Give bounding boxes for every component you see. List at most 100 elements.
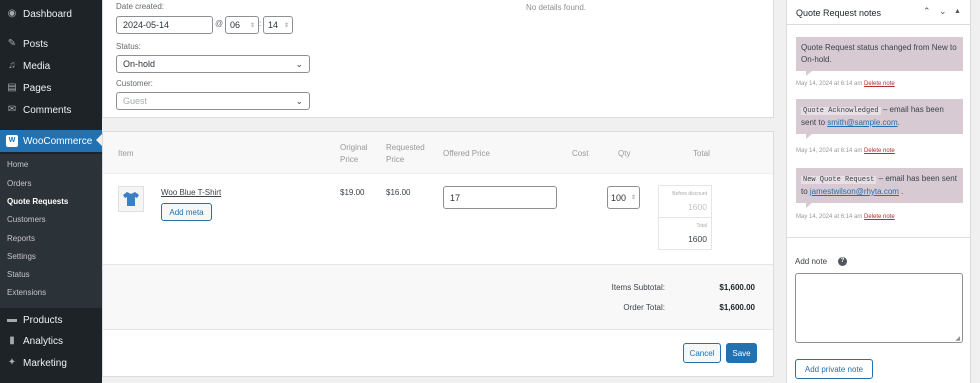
status-select[interactable]: On-hold ⌄ bbox=[116, 55, 310, 73]
line-total-label: Total bbox=[696, 223, 707, 229]
sidebar-item-media[interactable]: ♫ Media bbox=[0, 56, 102, 76]
date-created-input[interactable]: 2024-05-14 bbox=[116, 16, 213, 34]
submenu-settings[interactable]: Settings bbox=[7, 252, 36, 261]
analytics-icon: ▮ bbox=[9, 335, 15, 346]
woo-icon: W bbox=[6, 135, 18, 147]
note-item: Quote Acknowledged – email has been sent… bbox=[796, 99, 963, 139]
sidebar-item-label: Pages bbox=[23, 82, 52, 94]
date-created-label: Date created: bbox=[116, 2, 165, 11]
sidebar-item-analytics[interactable]: ▮ Analytics bbox=[0, 331, 102, 351]
customer-select[interactable]: Guest ⌄ bbox=[116, 92, 310, 110]
note-code: Quote Acknowledged bbox=[801, 107, 881, 115]
line-total-box: Before discount 1600 Total 1600 bbox=[658, 185, 712, 250]
subtotal-value: $1,600.00 bbox=[719, 283, 755, 292]
notes-header: Quote Request notes ⌃ ⌄ ▲ bbox=[787, 0, 970, 25]
note-date: May 14, 2024 at 6:14 am bbox=[796, 148, 863, 154]
hour-value: 06 bbox=[230, 20, 241, 30]
status-label: Status: bbox=[116, 42, 141, 51]
add-note-label: Add note bbox=[795, 257, 828, 266]
sidebar-item-label: WooCommerce bbox=[23, 135, 93, 147]
submenu-extensions[interactable]: Extensions bbox=[7, 288, 46, 297]
move-down-icon[interactable]: ⌄ bbox=[939, 6, 947, 17]
note-text: Quote Request status changed from New to… bbox=[801, 43, 957, 64]
notes-title: Quote Request notes bbox=[796, 8, 882, 18]
sidebar-item-label: Marketing bbox=[23, 357, 67, 369]
chevron-down-icon: ⌄ bbox=[295, 96, 303, 106]
quote-items-panel: Item Original Price Requested Price Offe… bbox=[102, 131, 774, 377]
totals-section: Items Subtotal: $1,600.00 Order Total: $… bbox=[103, 264, 773, 330]
sidebar-item-woocommerce[interactable]: W WooCommerce bbox=[0, 130, 102, 152]
note-meta: May 14, 2024 at 6:14 am Delete note bbox=[796, 81, 895, 87]
move-up-icon[interactable]: ⌃ bbox=[923, 6, 931, 17]
original-price-value: $19.00 bbox=[340, 188, 365, 197]
divider bbox=[659, 217, 711, 218]
before-discount-label: Before discount bbox=[672, 191, 707, 197]
line-total-value: 1600 bbox=[688, 234, 707, 244]
submenu-status[interactable]: Status bbox=[7, 270, 30, 279]
sidebar-item-label: Analytics bbox=[23, 335, 64, 347]
minute-value: 14 bbox=[268, 20, 279, 30]
pin-icon: ✎ bbox=[7, 38, 17, 49]
col-cost: Cost bbox=[572, 149, 589, 158]
note-tail: . bbox=[898, 187, 904, 196]
minute-input[interactable]: 14 ⇕ bbox=[263, 16, 293, 34]
submenu-quote-requests[interactable]: Quote Requests bbox=[7, 197, 68, 206]
sidebar-item-posts[interactable]: ✎ Posts bbox=[0, 34, 102, 54]
note-meta: May 14, 2024 at 6:14 am Delete note bbox=[796, 214, 895, 220]
add-note-textarea[interactable]: ◢ bbox=[795, 273, 963, 343]
delete-note-link[interactable]: Delete note bbox=[864, 148, 895, 154]
sidebar-item-dashboard[interactable]: ◉ Dashboard bbox=[0, 4, 102, 24]
sidebar-item-label: Dashboard bbox=[23, 8, 72, 20]
qty-input[interactable]: 100 ⇕ bbox=[607, 186, 640, 209]
qty-value: 100 bbox=[611, 192, 627, 203]
delete-note-link[interactable]: Delete note bbox=[864, 81, 895, 87]
woocommerce-submenu: Home Orders Quote Requests Customers Rep… bbox=[0, 154, 102, 308]
offered-price-input[interactable]: 17 bbox=[443, 186, 557, 209]
add-private-note-button[interactable]: Add private note bbox=[795, 359, 873, 379]
tshirt-icon bbox=[123, 192, 139, 206]
submenu-customers[interactable]: Customers bbox=[7, 215, 46, 224]
chevron-down-icon: ⌄ bbox=[295, 59, 303, 69]
submenu-reports[interactable]: Reports bbox=[7, 234, 35, 243]
collapse-icon[interactable]: ▲ bbox=[954, 8, 961, 15]
submenu-home[interactable]: Home bbox=[7, 160, 28, 169]
delete-note-link[interactable]: Delete note bbox=[864, 214, 895, 220]
sidebar-item-marketing[interactable]: ✦ Marketing bbox=[0, 353, 102, 373]
add-meta-button[interactable]: Add meta bbox=[161, 203, 212, 221]
note-item: Quote Request status changed from New to… bbox=[796, 37, 963, 76]
pages-icon: ▤ bbox=[7, 82, 17, 93]
sidebar-item-pages[interactable]: ▤ Pages bbox=[0, 78, 102, 98]
sidebar-item-products[interactable]: ▬ Products bbox=[0, 310, 102, 330]
resize-handle-icon[interactable]: ◢ bbox=[955, 335, 960, 342]
product-name-link[interactable]: Woo Blue T-Shirt bbox=[161, 188, 221, 197]
sidebar-item-label: Posts bbox=[23, 38, 49, 50]
hour-input[interactable]: 06 ⇕ bbox=[225, 16, 259, 34]
note-tail: . bbox=[897, 118, 900, 127]
comments-icon: ✉ bbox=[7, 104, 17, 115]
order-total-value: $1,600.00 bbox=[719, 303, 755, 312]
note-meta: May 14, 2024 at 6:14 am Delete note bbox=[796, 148, 895, 154]
sidebar-item-comments[interactable]: ✉ Comments bbox=[0, 100, 102, 120]
col-original-price: Original Price bbox=[340, 143, 368, 164]
col-item: Item bbox=[118, 149, 134, 158]
cancel-button[interactable]: Cancel bbox=[683, 343, 721, 363]
note-date: May 14, 2024 at 6:14 am bbox=[796, 81, 863, 87]
order-total-label: Order Total: bbox=[623, 303, 665, 312]
at-symbol: @ bbox=[215, 19, 224, 28]
subtotal-label: Items Subtotal: bbox=[611, 283, 665, 292]
note-item: New Quote Request – email has been sent … bbox=[796, 168, 963, 208]
status-value: On-hold bbox=[123, 59, 156, 69]
note-email-link[interactable]: smith@sample.com bbox=[827, 118, 897, 127]
note-date: May 14, 2024 at 6:14 am bbox=[796, 214, 863, 220]
product-thumbnail[interactable] bbox=[118, 186, 144, 212]
submenu-orders[interactable]: Orders bbox=[7, 179, 31, 188]
quote-general-panel: Date created: 2024-05-14 @ 06 ⇕ : 14 ⇕ S… bbox=[102, 0, 774, 118]
before-discount-value: 1600 bbox=[688, 202, 707, 212]
spinner-icon: ⇕ bbox=[630, 195, 636, 201]
note-email-link[interactable]: jamestwilson@rhyta.com bbox=[810, 187, 899, 196]
save-button[interactable]: Save bbox=[726, 343, 757, 363]
col-qty: Qty bbox=[618, 149, 631, 158]
spinner-icon: ⇕ bbox=[283, 22, 289, 29]
media-icon: ♫ bbox=[8, 60, 16, 71]
help-icon[interactable]: ? bbox=[838, 257, 847, 266]
